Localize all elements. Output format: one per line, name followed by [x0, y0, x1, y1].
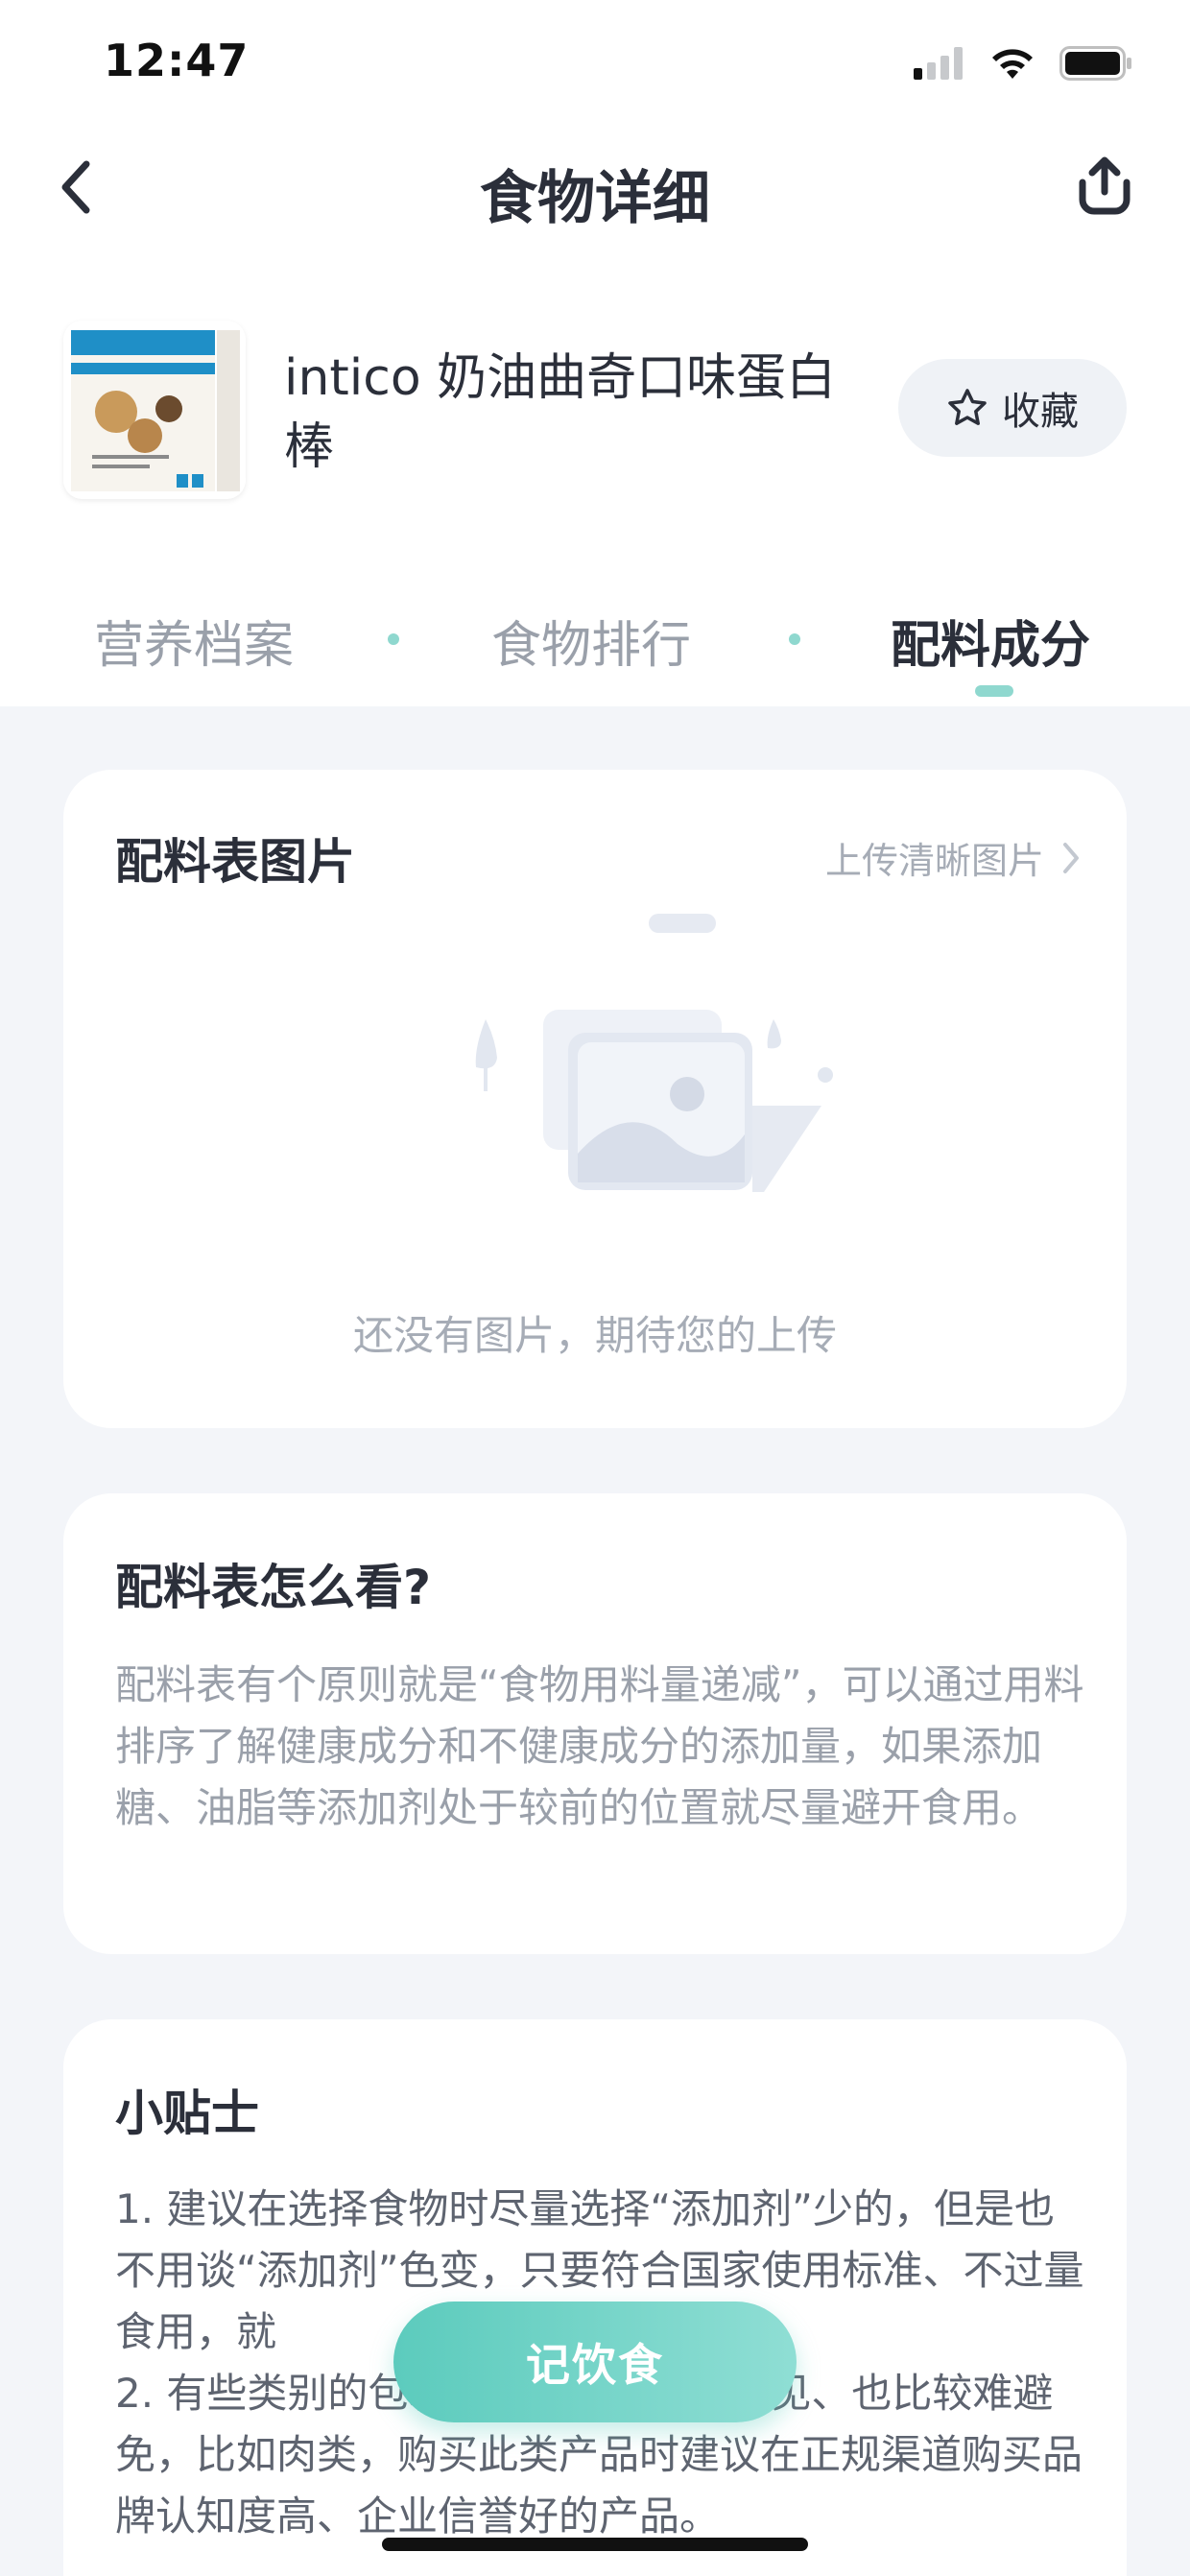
product-name: intico 奶油曲奇口味蛋白棒 — [284, 349, 837, 476]
share-icon — [1079, 156, 1130, 215]
favorite-label: 收藏 — [1002, 390, 1079, 434]
status-bar: 12:47 — [0, 0, 1190, 125]
status-time: 12:47 — [104, 35, 250, 86]
tips-title: 小贴士 — [115, 2086, 259, 2141]
product-image[interactable] — [63, 321, 246, 499]
share-button[interactable] — [1073, 154, 1136, 217]
product-package-illustration — [63, 321, 246, 499]
tab-separator-dot — [789, 633, 800, 645]
active-tab-indicator — [975, 685, 1013, 697]
nav-bar: 食物详细 — [0, 134, 1190, 240]
ingredients-image-card: 配料表图片 上传清晰图片 还没有图片，期待您的上传 — [63, 770, 1127, 1428]
star-icon — [948, 389, 987, 425]
home-indicator — [382, 2538, 808, 2551]
upload-image-link[interactable]: 上传清晰图片 — [825, 831, 1081, 884]
chevron-right-icon — [1063, 842, 1079, 873]
empty-state-text: 还没有图片，期待您的上传 — [352, 1312, 837, 1359]
record-diet-button[interactable]: 记饮食 — [393, 2302, 797, 2422]
empty-image-illustration — [475, 914, 833, 1192]
how-to-read-body: 配料表有个原则就是“食物用料量递减”，可以通过用料排序了解健康成分和不健康成分的… — [115, 1661, 1084, 1831]
tab-ingredients[interactable]: 配料成分 — [891, 605, 1090, 677]
tips-card: 小贴士 1. 建议在选择食物时尽量选择“添加剂”少的，但是也不用谈“添加剂”色变… — [63, 2019, 1127, 2576]
favorite-button[interactable]: 收藏 — [898, 359, 1127, 457]
tab-food-ranking[interactable]: 食物排行 — [491, 605, 691, 677]
tab-separator-dot — [388, 633, 399, 645]
page-title: 食物详细 — [480, 165, 710, 232]
tab-bar: 营养档案 食物排行 配料成分 — [0, 595, 1190, 706]
how-to-read-title: 配料表怎么看? — [115, 1560, 432, 1615]
how-to-read-card: 配料表怎么看? 配料表有个原则就是“食物用料量递减”，可以通过用料排序了解健康成… — [63, 1493, 1127, 1954]
product-header: intico 奶油曲奇口味蛋白棒 收藏 — [0, 307, 1190, 509]
battery-icon — [1059, 46, 1131, 81]
tab-nutrition-profile[interactable]: 营养档案 — [94, 605, 294, 677]
status-icons — [914, 44, 1132, 83]
cellular-signal-icon — [914, 47, 963, 80]
upload-image-label: 上传清晰图片 — [824, 840, 1044, 882]
wifi-icon — [992, 49, 1033, 79]
ingredients-image-title: 配料表图片 — [115, 834, 355, 890]
